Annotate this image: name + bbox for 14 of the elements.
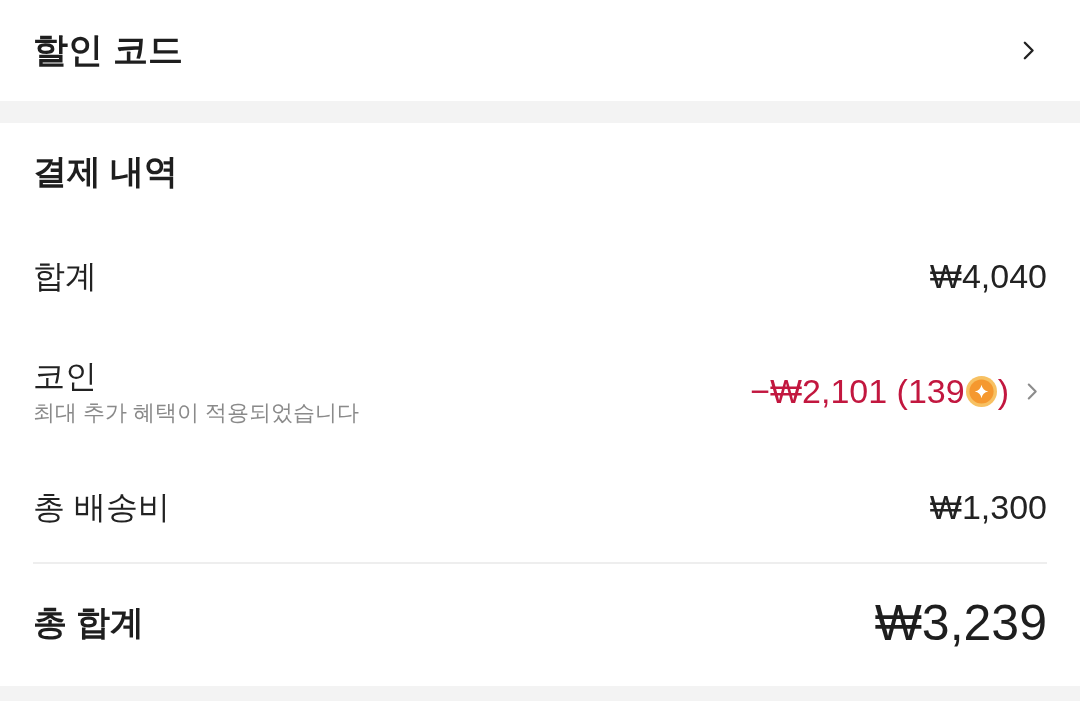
row-value: ₩1,300 [929,487,1047,527]
section-title: 결제 내역 [33,151,179,192]
row-label: 총 배송비 [33,488,170,527]
total-label: 총 합계 [33,602,145,643]
chevron-right-icon[interactable] [1023,41,1035,60]
total-value: ₩3,239 [874,594,1047,652]
coin-discount-value: −₩2,101 (139 [750,372,965,411]
row-label: 코인 [33,356,98,396]
coin-icon [965,376,997,407]
row-value: ₩4,040 [929,256,1047,296]
discount-code-label: 할인 코드 [33,29,183,71]
row-subtitle: 최대 추가 혜택이 적용되었습니다 [33,398,360,427]
coin-discount-value: ) [997,372,1009,411]
row-label: 합계 [33,257,97,296]
